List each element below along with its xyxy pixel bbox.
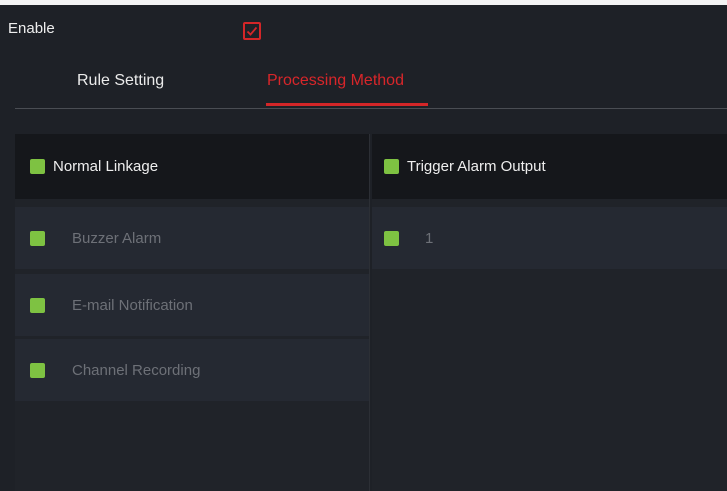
trigger-alarm-output-header: Trigger Alarm Output <box>372 134 727 199</box>
normal-linkage-panel: Normal Linkage Buzzer Alarm E-mail Notif… <box>15 134 370 491</box>
buzzer-alarm-label: Buzzer Alarm <box>72 230 162 247</box>
list-item-buzzer-alarm: Buzzer Alarm <box>15 207 369 269</box>
trigger-alarm-output-panel: Trigger Alarm Output 1 <box>372 134 727 491</box>
active-tab-indicator <box>266 103 428 106</box>
alarm-output-1-label: 1 <box>425 230 434 247</box>
enable-label: Enable <box>8 20 55 37</box>
tab-bar: Rule Setting Processing Method <box>15 57 727 109</box>
buzzer-alarm-checkbox[interactable] <box>30 231 45 246</box>
list-item-email-notification: E-mail Notification <box>15 274 369 336</box>
enable-checkbox[interactable] <box>243 22 261 40</box>
enable-row: Enable <box>0 5 727 57</box>
email-notification-checkbox[interactable] <box>30 298 45 313</box>
alarm-output-1-checkbox[interactable] <box>384 231 399 246</box>
tab-processing-method[interactable]: Processing Method <box>267 72 404 90</box>
list-item-alarm-output-1: 1 <box>372 207 727 269</box>
normal-linkage-title: Normal Linkage <box>53 158 159 175</box>
list-item-channel-recording: Channel Recording <box>15 339 369 401</box>
panels: Normal Linkage Buzzer Alarm E-mail Notif… <box>15 134 727 491</box>
normal-linkage-checkbox[interactable] <box>30 159 45 174</box>
tab-rule-setting[interactable]: Rule Setting <box>77 72 164 90</box>
trigger-alarm-output-title: Trigger Alarm Output <box>407 158 546 175</box>
settings-page: Enable Rule Setting Processing Method No… <box>0 0 727 491</box>
channel-recording-checkbox[interactable] <box>30 363 45 378</box>
trigger-alarm-output-checkbox[interactable] <box>384 159 399 174</box>
checkmark-icon <box>246 26 258 36</box>
normal-linkage-header: Normal Linkage <box>15 134 369 199</box>
email-notification-label: E-mail Notification <box>72 297 193 314</box>
channel-recording-label: Channel Recording <box>72 362 201 379</box>
